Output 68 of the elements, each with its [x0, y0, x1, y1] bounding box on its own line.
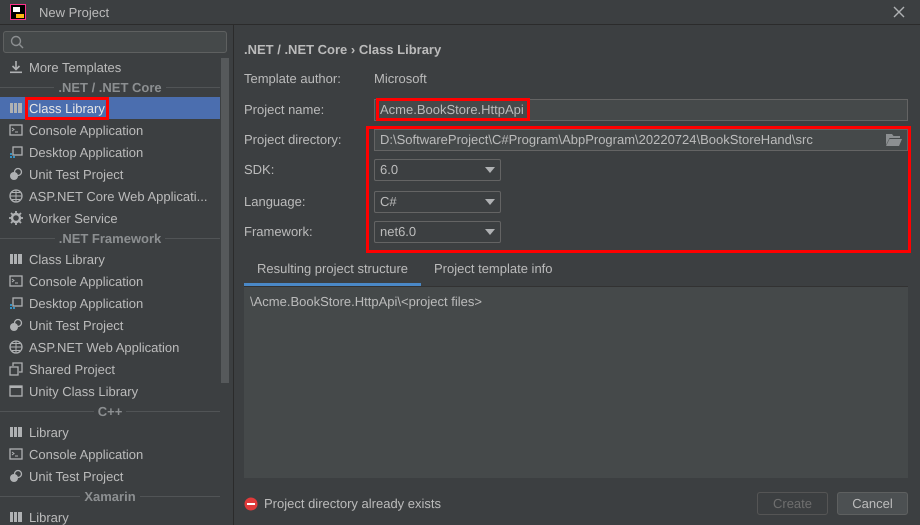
flask-icon — [9, 469, 23, 483]
close-button[interactable] — [893, 6, 905, 18]
template-item[interactable]: ASP.NET Core Web Applicati... — [0, 185, 220, 207]
section-header: .NET Framework — [58, 231, 162, 246]
dropdown[interactable]: C# — [374, 190, 501, 213]
dropdown[interactable]: net6.0 — [374, 220, 501, 243]
template-item[interactable]: Desktop Application — [0, 141, 220, 163]
template-item[interactable]: Class Library — [0, 248, 220, 270]
template-item[interactable]: Class Library — [0, 97, 220, 119]
tab[interactable]: Project template info — [421, 254, 566, 286]
template-item[interactable]: Unit Test Project — [0, 465, 220, 487]
template-item[interactable]: Unit Test Project — [0, 163, 220, 185]
globe-icon — [9, 340, 23, 354]
download-icon — [9, 60, 23, 74]
caret-icon — [485, 166, 495, 173]
dropdown[interactable]: 6.0 — [374, 158, 501, 181]
template-item[interactable]: Library — [0, 506, 220, 525]
template-item[interactable]: Console Application — [0, 119, 220, 141]
search-icon — [10, 35, 24, 49]
field-label: Project directory: — [244, 132, 343, 148]
terminal-icon — [9, 447, 23, 461]
books-icon — [9, 425, 23, 439]
books-icon — [9, 101, 23, 115]
search-field[interactable] — [3, 31, 227, 53]
flask-icon — [9, 167, 23, 181]
author-value: Microsoft — [374, 70, 427, 86]
globe-icon — [9, 189, 23, 203]
template-item[interactable]: Console Application — [0, 443, 220, 465]
template-item[interactable]: Unity Class Library — [0, 380, 220, 402]
window-icon — [9, 296, 23, 310]
section-header: C++ — [98, 404, 122, 419]
breadcrumb: .NET / .NET Core › Class Library — [244, 42, 442, 57]
caret-icon — [485, 228, 495, 235]
template-item[interactable]: Shared Project — [0, 358, 220, 380]
field-label: Project name: — [244, 102, 326, 118]
template-item[interactable]: More Templates — [0, 56, 220, 78]
template-item[interactable]: Console Application — [0, 270, 220, 292]
stacked-windows-icon — [9, 362, 23, 376]
flask-icon — [9, 318, 23, 332]
gear-icon — [9, 211, 23, 225]
field-label: SDK: — [244, 162, 276, 178]
terminal-icon — [9, 274, 23, 288]
books-icon — [9, 510, 23, 524]
window-title: New Project — [39, 4, 110, 20]
field-label: Framework: — [244, 224, 314, 240]
field-label: Template author: — [244, 70, 342, 86]
structure-text: \Acme.BookStore.HttpApi\<project files> — [250, 294, 483, 309]
section-header: .NET / .NET Core — [58, 80, 162, 95]
caret-icon — [485, 198, 495, 205]
template-item[interactable]: Unit Test Project — [0, 314, 220, 336]
template-item[interactable]: ASP.NET Web Application — [0, 336, 220, 358]
error-message: Project directory already exists — [264, 496, 442, 511]
template-item[interactable]: Library — [0, 421, 220, 443]
template-item[interactable]: Worker Service — [0, 207, 220, 229]
window-icon — [9, 384, 23, 398]
field-label: Language: — [244, 194, 306, 210]
folder-icon[interactable] — [886, 133, 902, 146]
app-logo-icon — [10, 4, 26, 20]
section-header: Xamarin — [84, 489, 136, 504]
terminal-icon — [9, 123, 23, 137]
error-icon — [244, 496, 258, 510]
template-item[interactable]: Desktop Application — [0, 292, 220, 314]
name-field[interactable]: Acme.BookStore.HttpApi — [374, 98, 908, 121]
scrollbar-thumb[interactable] — [221, 58, 229, 383]
books-icon — [9, 252, 23, 266]
window-icon — [9, 145, 23, 159]
cancel-button[interactable]: Cancel — [837, 492, 908, 515]
directory-field[interactable]: D:\SoftwareProject\C#Program\AbpProgram\20220724\BookStoreHand\src — [374, 128, 908, 151]
